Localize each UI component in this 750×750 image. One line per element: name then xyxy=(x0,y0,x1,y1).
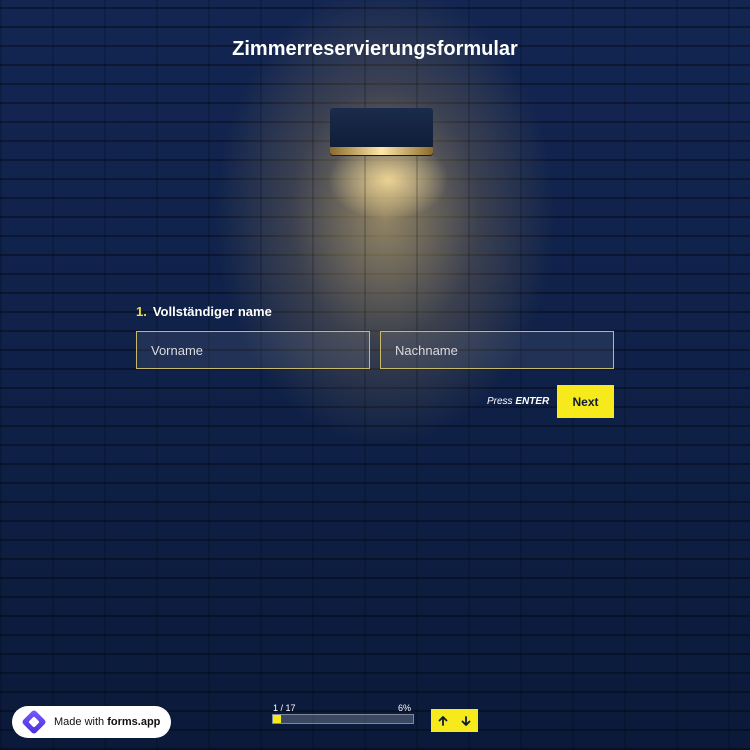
last-name-input[interactable] xyxy=(380,331,614,369)
next-question-button[interactable] xyxy=(455,709,479,732)
badge-brand: forms.app xyxy=(107,716,161,728)
progress-bar xyxy=(272,714,414,724)
arrow-up-icon xyxy=(438,715,448,726)
progress-fill xyxy=(273,715,282,723)
question-nav xyxy=(431,709,478,732)
press-enter-key: ENTER xyxy=(515,396,550,407)
press-enter-prefix: Press xyxy=(487,396,513,407)
question-text: Vollständiger name xyxy=(152,304,272,319)
first-name-input[interactable] xyxy=(136,331,370,369)
question-label: 1. Vollständiger name xyxy=(136,304,272,319)
badge-prefix: Made with xyxy=(54,716,108,728)
form-title: Zimmerreservierungsformular xyxy=(232,38,518,60)
arrow-down-icon xyxy=(461,715,471,726)
previous-question-button[interactable] xyxy=(431,709,455,732)
made-with-forms-app-badge[interactable]: Made with forms.app xyxy=(12,706,171,738)
progress-count: 1 / 17 xyxy=(273,703,296,713)
lamp-light-strip xyxy=(330,147,433,155)
question-number: 1. xyxy=(136,304,147,319)
badge-text: Made with forms.app xyxy=(54,716,160,728)
press-enter-hint: Press ENTER xyxy=(487,396,549,407)
forms-app-logo-icon xyxy=(20,708,48,736)
next-button[interactable]: Next xyxy=(557,385,614,418)
progress-percent: 6% xyxy=(398,703,412,713)
